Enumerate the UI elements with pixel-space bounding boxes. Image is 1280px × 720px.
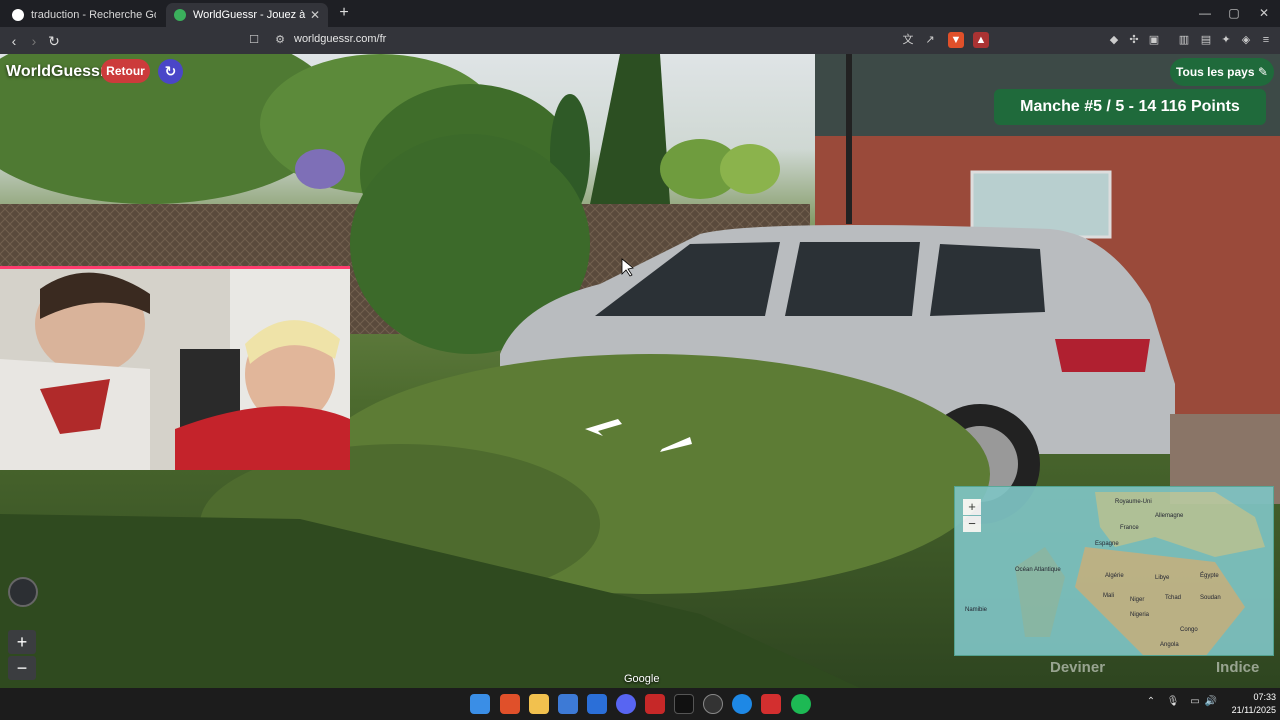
leo-ai-icon[interactable]: ✦ (1218, 32, 1234, 48)
minimize-button[interactable]: — (1195, 4, 1215, 22)
map-label: France (1120, 525, 1139, 531)
close-tab-icon[interactable]: ✕ (310, 8, 320, 22)
translate-icon[interactable]: 文 (900, 32, 916, 48)
zoom-out-button[interactable]: − (8, 656, 36, 680)
network-icon[interactable]: ▭ (1188, 696, 1202, 710)
round-score-banner: Manche #5 / 5 - 14 116 Points (994, 89, 1266, 125)
map-label: Algérie (1105, 573, 1124, 579)
app-icon[interactable] (645, 694, 665, 714)
tab-title: traduction - Recherche Google (31, 9, 156, 21)
world-map (1015, 492, 1265, 655)
site-info-icon[interactable]: ⚙ (272, 32, 288, 48)
photos-icon[interactable] (558, 694, 578, 714)
hint-button[interactable]: Indice (1216, 659, 1259, 676)
minimap-zoom-out[interactable]: − (963, 516, 981, 532)
pencil-icon: ✎ (1257, 65, 1268, 79)
clock-time[interactable]: 07:33 (1236, 692, 1276, 702)
obs-icon[interactable] (703, 694, 723, 714)
refresh-button[interactable]: ↻ (158, 59, 183, 84)
tab-worldguessr[interactable]: WorldGuessr - Jouez à GeoGuessr ✕ (166, 3, 328, 27)
retour-button[interactable]: Retour (101, 59, 150, 83)
brave-rewards-icon[interactable]: ▲ (973, 32, 989, 48)
volume-icon[interactable]: 🔊 (1204, 696, 1218, 710)
tab-google-search[interactable]: traduction - Recherche Google (4, 3, 164, 27)
vpn-icon[interactable]: ◈ (1238, 32, 1254, 48)
google-watermark: Google (624, 673, 660, 685)
worldguessr-logo: WorldGuessr (6, 63, 107, 80)
guess-button[interactable]: Deviner (1050, 659, 1105, 676)
brave-browser-icon[interactable] (500, 694, 520, 714)
sidebar-icon[interactable]: ▥ (1176, 32, 1192, 48)
map-label: Royaume-Uni (1115, 499, 1152, 505)
map-label: Angola (1160, 642, 1179, 648)
map-label: Namibie (965, 607, 988, 613)
store-icon[interactable] (587, 694, 607, 714)
map-label: Nigeria (1130, 612, 1150, 618)
map-label: Allemagne (1155, 513, 1184, 519)
guess-minimap[interactable]: + − Royaume-Uni Allemagne France Espagne… (954, 486, 1274, 656)
back-button[interactable]: ‹ (4, 31, 24, 51)
extensions-icon[interactable]: ✣ (1126, 32, 1142, 48)
browser-toolbar: ‹ › ↻ ☐ ⚙ worldguessr.com/fr 文 ↗ ▼ ▲ ◆ ✣… (0, 27, 1280, 54)
tray-chevron-icon[interactable]: ⌃ (1144, 696, 1158, 710)
reload-button[interactable]: ↻ (44, 31, 64, 51)
share-icon[interactable]: ↗ (922, 32, 938, 48)
tab-title: WorldGuessr - Jouez à GeoGuessr (193, 9, 306, 21)
wallet-icon[interactable]: ▤ (1198, 32, 1214, 48)
spotify-icon[interactable] (791, 694, 811, 714)
map-label: Océan Atlantique (1015, 567, 1061, 573)
zoom-in-button[interactable]: + (8, 630, 36, 654)
map-label: Soudan (1200, 595, 1221, 601)
map-label: Mali (1103, 593, 1115, 599)
forward-button[interactable]: › (24, 31, 44, 51)
webcam-overlay (0, 266, 350, 470)
map-label: Espagne (1095, 541, 1119, 547)
maximize-button[interactable]: ▢ (1224, 4, 1244, 22)
browser-tab-bar: traduction - Recherche Google WorldGuess… (0, 0, 1280, 27)
compass-icon[interactable] (8, 577, 38, 607)
address-bar[interactable]: worldguessr.com/fr (294, 33, 386, 45)
country-filter-button[interactable]: Tous les pays ✎ (1170, 58, 1274, 86)
start-menu-icon[interactable] (470, 694, 490, 714)
map-label: Congo (1180, 627, 1198, 633)
close-window-button[interactable]: ✕ (1254, 4, 1274, 22)
bitwarden-icon[interactable]: ◆ (1106, 32, 1122, 48)
google-favicon-icon (12, 9, 24, 21)
menu-icon[interactable]: ≡ (1258, 32, 1274, 48)
street-view-panorama[interactable]: WorldGuessr Retour ↻ Tous les pays ✎ Man… (0, 54, 1280, 688)
map-label: Égypte (1200, 573, 1219, 579)
clock-date[interactable]: 21/11/2025 (1226, 705, 1276, 715)
file-explorer-icon[interactable] (529, 694, 549, 714)
media-icon[interactable]: ▣ (1146, 32, 1162, 48)
worldguessr-favicon-icon (174, 9, 186, 21)
new-tab-button[interactable]: + (334, 3, 354, 23)
tf-app-icon[interactable] (761, 694, 781, 714)
microphone-icon[interactable]: 🎙 (1166, 696, 1180, 710)
webcam-video (0, 269, 350, 470)
battlenet-icon[interactable] (732, 694, 752, 714)
map-label: Tchad (1165, 595, 1182, 601)
minimap-zoom-in[interactable]: + (963, 499, 981, 515)
epic-games-icon[interactable] (674, 694, 694, 714)
map-label: Niger (1130, 597, 1145, 603)
discord-icon[interactable] (616, 694, 636, 714)
bookmark-icon[interactable]: ☐ (246, 32, 262, 48)
refresh-icon: ↻ (164, 63, 177, 79)
country-filter-label: Tous les pays (1176, 65, 1255, 79)
brave-shields-icon[interactable]: ▼ (948, 32, 964, 48)
map-label: Libye (1155, 575, 1170, 581)
windows-taskbar: ⌃ 🎙 ▭ 🔊 07:33 21/11/2025 (0, 688, 1280, 720)
